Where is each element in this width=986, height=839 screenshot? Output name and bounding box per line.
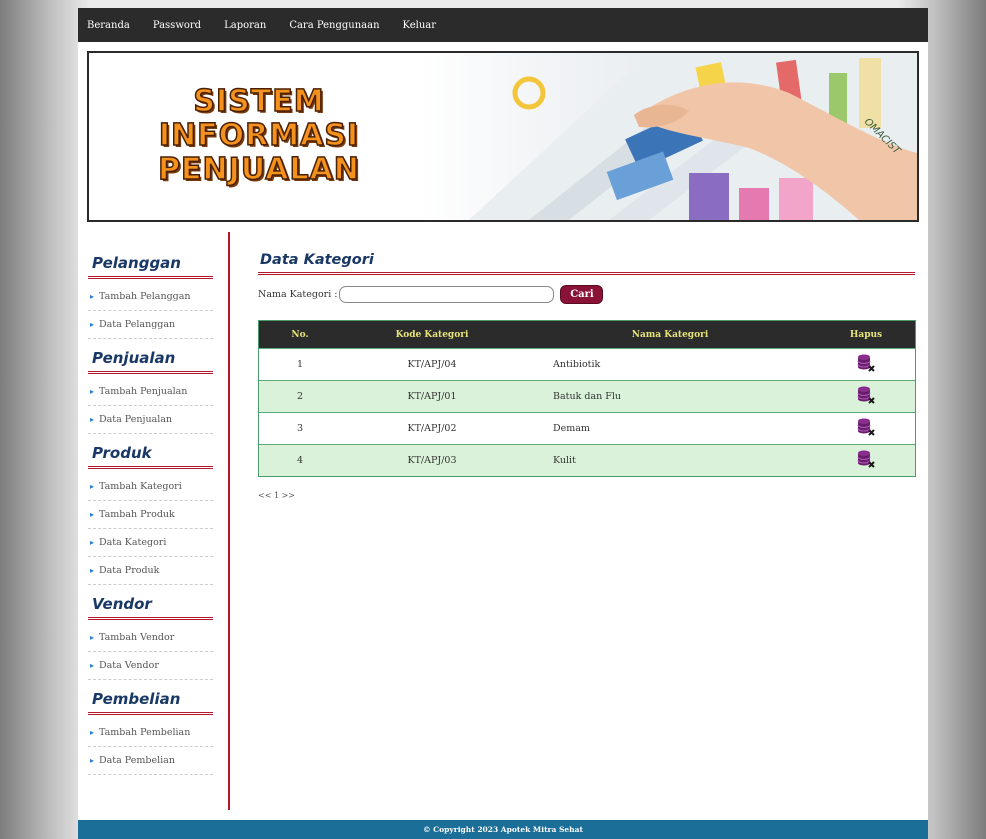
cell-kode: KT/APJ/02 (341, 412, 523, 445)
cell-nama: Demam (523, 412, 817, 445)
search-input[interactable] (339, 286, 555, 303)
sidebar-item-data-penjualan[interactable]: ▸ Data Penjualan (88, 406, 213, 434)
category-table: No. Kode Kategori Nama Kategori Hapus 1 … (258, 320, 916, 477)
sidebar-item-label: Tambah Penjualan (99, 386, 188, 397)
sidebar-item-label: Tambah Pembelian (99, 727, 191, 738)
cell-hapus (817, 380, 916, 413)
sidebar-heading-pembelian: Pembelian (88, 680, 213, 715)
table-row: 3 KT/APJ/02 Demam (258, 412, 916, 445)
bullet-icon: ▸ (90, 292, 95, 301)
database-delete-icon[interactable] (856, 353, 876, 373)
cell-no: 1 (258, 348, 341, 381)
table-header-row: No. Kode Kategori Nama Kategori Hapus (258, 320, 916, 349)
sidebar-item-label: Tambah Vendor (99, 632, 175, 643)
sidebar-item-tambah-pembelian[interactable]: ▸ Tambah Pembelian (88, 719, 213, 747)
cell-nama: Antibiotik (523, 348, 817, 381)
bullet-icon: ▸ (90, 538, 95, 547)
sidebar-item-data-pelanggan[interactable]: ▸ Data Pelanggan (88, 311, 213, 339)
bullet-icon: ▸ (90, 661, 95, 670)
sidebar-heading-vendor: Vendor (88, 585, 213, 620)
cell-kode: KT/APJ/01 (341, 380, 523, 413)
bullet-icon: ▸ (90, 510, 95, 519)
sidebar-item-label: Data Pelanggan (99, 319, 176, 330)
nav-cara-penggunaan[interactable]: Cara Penggunaan (289, 20, 379, 31)
bullet-icon: ▸ (90, 756, 95, 765)
sidebar-item-tambah-vendor[interactable]: ▸ Tambah Vendor (88, 624, 213, 652)
sidebar-item-data-vendor[interactable]: ▸ Data Vendor (88, 652, 213, 680)
cell-kode: KT/APJ/03 (341, 444, 523, 477)
bullet-icon: ▸ (90, 566, 95, 575)
banner-title-line: SISTEM (193, 84, 325, 120)
cell-hapus (817, 348, 916, 381)
search-form: Nama Kategori : Cari (258, 285, 915, 304)
cell-no: 4 (258, 444, 341, 477)
bullet-icon: ▸ (90, 633, 95, 642)
page-title: Data Kategori (258, 252, 915, 275)
sidebar-item-label: Data Pembelian (99, 755, 175, 766)
sidebar-item-tambah-kategori[interactable]: ▸ Tambah Kategori (88, 473, 213, 501)
database-delete-icon[interactable] (856, 417, 876, 437)
column-header-kode: Kode Kategori (341, 320, 523, 349)
search-label: Nama Kategori : (258, 289, 338, 300)
nav-password[interactable]: Password (153, 20, 201, 31)
banner-title-line: PENJUALAN (157, 152, 360, 188)
cell-kode: KT/APJ/04 (341, 348, 523, 381)
sidebar-item-label: Data Penjualan (99, 414, 173, 425)
pagination[interactable]: << 1 >> (258, 491, 915, 500)
sidebar-item-label: Tambah Kategori (99, 481, 182, 492)
sidebar-item-data-kategori[interactable]: ▸ Data Kategori (88, 529, 213, 557)
database-delete-icon[interactable] (856, 449, 876, 469)
column-header-hapus: Hapus (817, 320, 916, 349)
bullet-icon: ▸ (90, 728, 95, 737)
cell-no: 2 (258, 380, 341, 413)
sidebar-item-data-pembelian[interactable]: ▸ Data Pembelian (88, 747, 213, 775)
cell-hapus (817, 444, 916, 477)
table-row: 2 KT/APJ/01 Batuk dan Flu (258, 380, 916, 413)
header-banner: SISTEM INFORMASI PENJUALAN OMACIST (87, 51, 919, 222)
column-header-nama: Nama Kategori (523, 320, 817, 349)
bullet-icon: ▸ (90, 415, 95, 424)
footer: © Copyright 2023 Apotek Mitra Sehat (78, 820, 928, 839)
banner-title: SISTEM INFORMASI PENJUALAN (149, 84, 369, 188)
sidebar-heading-penjualan: Penjualan (88, 339, 213, 374)
top-navigation: Beranda Password Laporan Cara Penggunaan… (78, 8, 928, 42)
sidebar-heading-pelanggan: Pelanggan (88, 244, 213, 279)
sidebar-heading-produk: Produk (88, 434, 213, 469)
sidebar-item-tambah-produk[interactable]: ▸ Tambah Produk (88, 501, 213, 529)
cell-hapus (817, 412, 916, 445)
table-row: 4 KT/APJ/03 Kulit (258, 444, 916, 477)
banner-title-line: INFORMASI (158, 118, 360, 154)
table-row: 1 KT/APJ/04 Antibiotik (258, 348, 916, 381)
sidebar-divider (228, 232, 230, 810)
database-delete-icon[interactable] (856, 385, 876, 405)
sidebar-item-label: Data Vendor (99, 660, 159, 671)
nav-keluar[interactable]: Keluar (403, 20, 437, 31)
sidebar-item-tambah-penjualan[interactable]: ▸ Tambah Penjualan (88, 378, 213, 406)
bullet-icon: ▸ (90, 320, 95, 329)
sidebar-item-data-produk[interactable]: ▸ Data Produk (88, 557, 213, 585)
bullet-icon: ▸ (90, 482, 95, 491)
nav-laporan[interactable]: Laporan (224, 20, 266, 31)
sidebar-item-label: Tambah Pelanggan (99, 291, 191, 302)
sidebar-item-label: Data Kategori (99, 537, 167, 548)
page: Beranda Password Laporan Cara Penggunaan… (78, 8, 928, 839)
sidebar-item-label: Data Produk (99, 565, 160, 576)
main-content: Data Kategori Nama Kategori : Cari No. K… (258, 252, 916, 500)
cell-nama: Kulit (523, 444, 817, 477)
search-button[interactable]: Cari (560, 285, 604, 304)
column-header-no: No. (258, 320, 341, 349)
bullet-icon: ▸ (90, 387, 95, 396)
sidebar-item-label: Tambah Produk (99, 509, 175, 520)
sidebar: Pelanggan ▸ Tambah Pelanggan ▸ Data Pelang… (88, 244, 213, 775)
cell-no: 3 (258, 412, 341, 445)
nav-beranda[interactable]: Beranda (87, 20, 130, 31)
cell-nama: Batuk dan Flu (523, 380, 817, 413)
sidebar-item-tambah-pelanggan[interactable]: ▸ Tambah Pelanggan (88, 283, 213, 311)
